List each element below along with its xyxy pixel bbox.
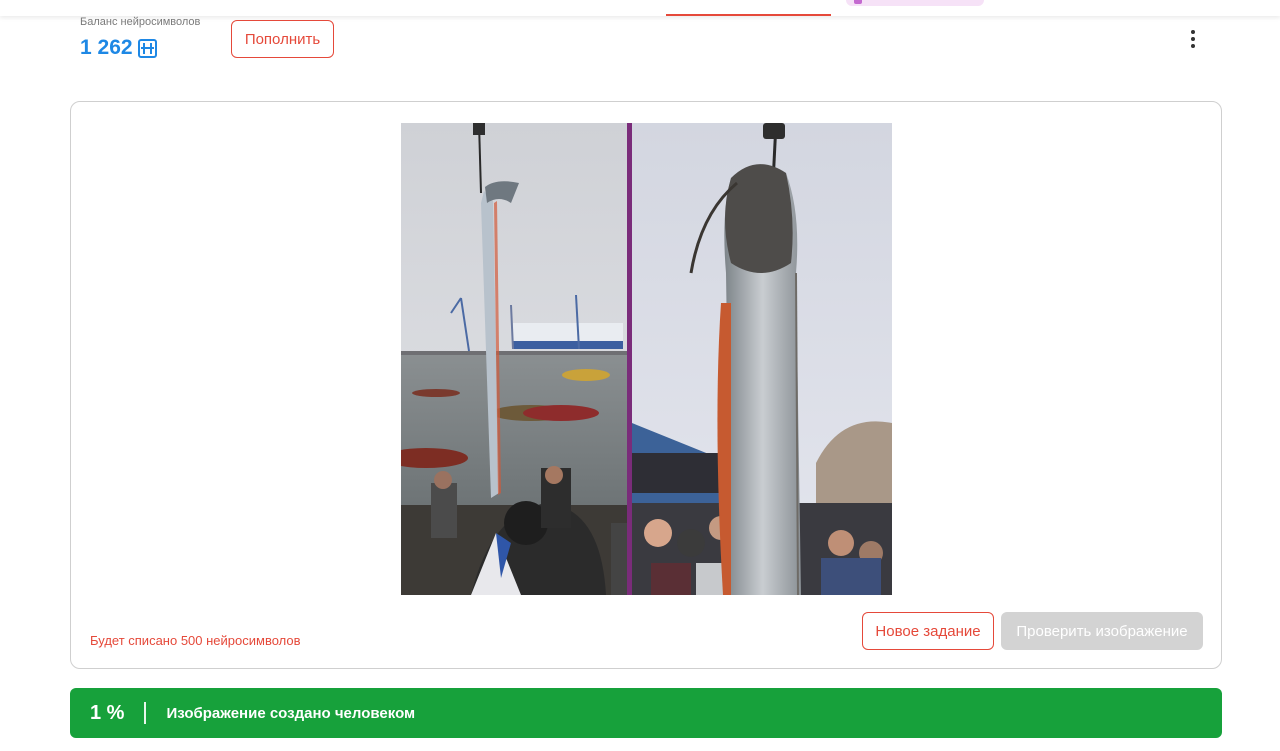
balance-amount: 1 262 xyxy=(80,36,133,59)
balance-value: 1 262 xyxy=(80,36,157,60)
more-vertical-icon[interactable] xyxy=(1183,27,1203,51)
uploaded-image xyxy=(401,123,892,595)
new-task-button[interactable]: Новое задание xyxy=(862,612,994,650)
balance-label: Баланс нейросимволов xyxy=(80,16,201,28)
result-percent: 1 % xyxy=(90,701,125,724)
top-navigation xyxy=(0,0,1280,16)
pill-icon xyxy=(854,0,862,4)
result-banner: 1 % Изображение создано человеком xyxy=(70,688,1222,738)
result-text: Изображение создано человеком xyxy=(166,704,416,722)
result-divider xyxy=(144,702,147,724)
charge-note: Будет списано 500 нейросимволов xyxy=(90,633,301,648)
nav-pill[interactable] xyxy=(846,0,984,6)
task-card: Будет списано 500 нейросимволов Новое за… xyxy=(70,101,1222,669)
topup-button[interactable]: Пополнить xyxy=(231,20,334,58)
active-tab-indicator xyxy=(666,14,831,16)
neurosymbol-coin-icon xyxy=(137,38,157,58)
check-image-button[interactable]: Проверить изображение xyxy=(1001,612,1203,650)
